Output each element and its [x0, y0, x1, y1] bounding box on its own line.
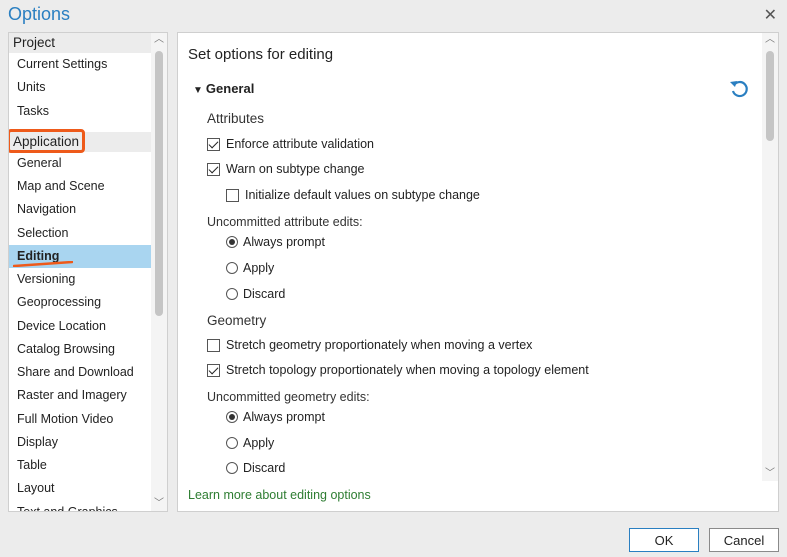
sidebar-item-device-location[interactable]: Device Location: [9, 315, 151, 338]
radio-label: Discard: [243, 287, 286, 301]
geom-radio-apply[interactable]: Apply: [226, 436, 274, 450]
radio-button[interactable]: [226, 462, 238, 474]
checkbox-box[interactable]: [226, 188, 239, 202]
radio-label: Apply: [243, 261, 275, 275]
enforce-validation-checkbox[interactable]: Enforce attribute validation: [207, 137, 374, 151]
sidebar-item-general[interactable]: General: [9, 152, 151, 175]
uncommitted-geometry-label: Uncommitted geometry edits:: [207, 390, 370, 404]
highlight-annotation: [9, 128, 85, 153]
scroll-up-icon[interactable]: ︿: [762, 33, 778, 47]
radio-button[interactable]: [226, 411, 238, 423]
editing-options-panel: Set options for editing ▼ General Attribu…: [177, 32, 779, 512]
checkbox-label: Initialize default values on subtype cha…: [245, 188, 480, 202]
scroll-up-icon[interactable]: ︿: [151, 33, 167, 47]
underline-annotation: [13, 261, 73, 267]
radio-label: Always prompt: [243, 235, 325, 249]
attr-radio-discard[interactable]: Discard: [226, 287, 285, 301]
radio-label: Apply: [243, 436, 275, 450]
options-sidebar: Project Current Settings Units Tasks App…: [8, 32, 168, 512]
checkbox-box[interactable]: [207, 137, 220, 151]
geom-radio-always-prompt[interactable]: Always prompt: [226, 410, 325, 424]
init-defaults-checkbox[interactable]: Initialize default values on subtype cha…: [226, 188, 480, 202]
sidebar-scroll-thumb[interactable]: [155, 51, 163, 316]
radio-button[interactable]: [226, 262, 238, 274]
panel-title: Set options for editing: [188, 46, 334, 63]
panel-scrollbar[interactable]: ︿ ﹀: [762, 33, 778, 481]
sidebar-scrollbar[interactable]: ︿ ﹀: [151, 33, 167, 511]
warn-subtype-checkbox[interactable]: Warn on subtype change: [207, 162, 365, 176]
sidebar-item-navigation[interactable]: Navigation: [9, 198, 151, 221]
radio-button[interactable]: [226, 437, 238, 449]
window-title: Options: [8, 4, 71, 24]
geom-radio-discard[interactable]: Discard: [226, 461, 285, 475]
scroll-down-icon[interactable]: ﹀: [762, 467, 778, 481]
uncommitted-attribute-label: Uncommitted attribute edits:: [207, 215, 363, 229]
checkbox-box[interactable]: [207, 338, 220, 352]
sidebar-item-full-motion-video[interactable]: Full Motion Video: [9, 408, 151, 431]
geometry-header: Geometry: [207, 313, 267, 328]
attr-radio-apply[interactable]: Apply: [226, 261, 274, 275]
checkbox-label: Stretch geometry proportionately when mo…: [226, 338, 533, 352]
reset-icon[interactable]: [729, 79, 749, 99]
sidebar-item-selection[interactable]: Selection: [9, 222, 151, 245]
radio-label: Always prompt: [243, 410, 325, 424]
close-icon[interactable]: ✕: [764, 5, 777, 25]
sidebar-group-application: Application: [9, 128, 151, 153]
checkbox-label: Enforce attribute validation: [226, 137, 375, 151]
scroll-down-icon[interactable]: ﹀: [151, 497, 167, 511]
checkbox-box[interactable]: [207, 363, 220, 377]
radio-button[interactable]: [226, 236, 238, 248]
radio-label: Discard: [243, 461, 286, 475]
stretch-topology-checkbox[interactable]: Stretch topology proportionately when mo…: [207, 363, 589, 377]
sidebar-item-map-and-scene[interactable]: Map and Scene: [9, 175, 151, 198]
general-section-label: General: [205, 81, 255, 96]
sidebar-item-units[interactable]: Units: [9, 76, 151, 99]
sidebar-item-tasks[interactable]: Tasks: [9, 100, 151, 123]
attributes-header: Attributes: [207, 111, 265, 126]
attr-radio-always-prompt[interactable]: Always prompt: [226, 235, 325, 249]
checkbox-box[interactable]: [207, 162, 220, 176]
sidebar-item-table[interactable]: Table: [9, 454, 151, 477]
sidebar-item-geoprocessing[interactable]: Geoprocessing: [9, 291, 151, 314]
checkbox-label: Stretch topology proportionately when mo…: [226, 363, 589, 377]
learn-more-link[interactable]: Learn more about editing options: [188, 488, 371, 502]
sidebar-item-text-and-graphics[interactable]: Text and Graphics: [9, 501, 151, 512]
sidebar-item-display[interactable]: Display: [9, 431, 151, 454]
cancel-button[interactable]: Cancel: [709, 528, 779, 552]
sidebar-item-share-and-download[interactable]: Share and Download: [9, 361, 151, 384]
panel-scroll-thumb[interactable]: [766, 51, 774, 141]
radio-button[interactable]: [226, 288, 238, 300]
sidebar-item-catalog-browsing[interactable]: Catalog Browsing: [9, 338, 151, 361]
sidebar-item-current-settings[interactable]: Current Settings: [9, 53, 151, 76]
ok-button[interactable]: OK: [629, 528, 699, 552]
checkbox-label: Warn on subtype change: [226, 162, 365, 176]
chevron-down-icon: ▼: [193, 85, 203, 96]
sidebar-item-versioning[interactable]: Versioning: [9, 268, 151, 291]
stretch-geometry-checkbox[interactable]: Stretch geometry proportionately when mo…: [207, 338, 532, 352]
sidebar-group-project: Project: [9, 33, 151, 53]
sidebar-item-layout[interactable]: Layout: [9, 477, 151, 500]
general-section-toggle[interactable]: ▼ General: [193, 81, 254, 96]
sidebar-item-raster-and-imagery[interactable]: Raster and Imagery: [9, 384, 151, 407]
